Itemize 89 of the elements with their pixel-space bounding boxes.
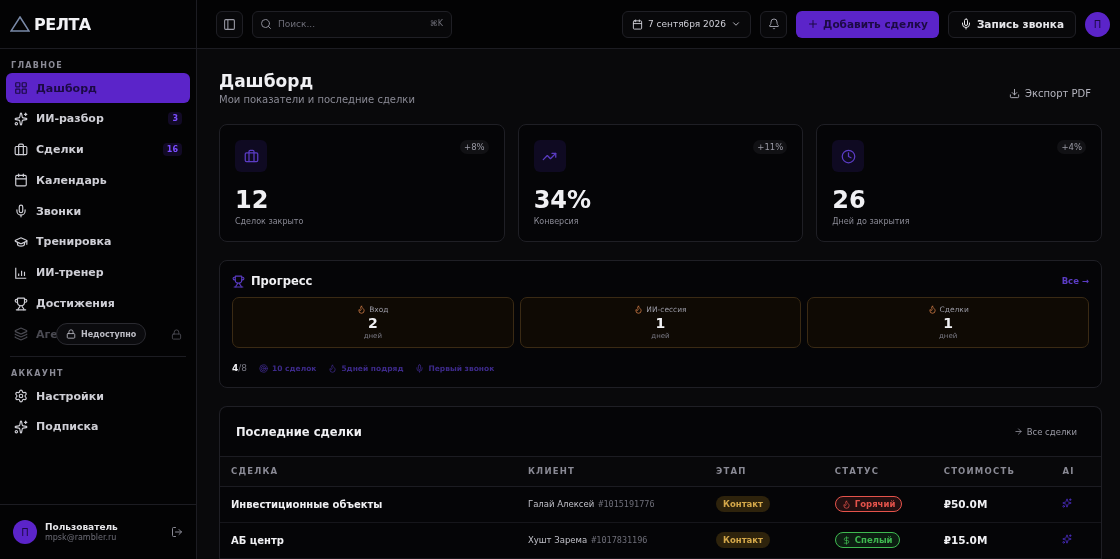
export-button[interactable]: Экспорт PDF (998, 88, 1102, 105)
page-title: Дашборд (219, 71, 315, 91)
price: ₽50.0M (943, 498, 988, 510)
section-title: ГЛАВНОЕ (10, 60, 65, 72)
sidebar-item[interactable]: Достижения (6, 288, 190, 319)
sidebar-item[interactable]: Звонки (6, 196, 190, 227)
stat-label: Конверсия (533, 217, 580, 226)
sidebar-item[interactable]: ИИ-тренер (6, 257, 190, 288)
sparkles-icon (14, 111, 28, 126)
achievement-count: 4/8 (232, 363, 248, 373)
logo-text: РЕЛТА (34, 14, 91, 34)
notifications-button[interactable] (760, 10, 788, 38)
sparkles-icon (14, 419, 28, 434)
trophy-icon (14, 296, 28, 311)
sidebar-icon (223, 17, 236, 31)
stat-value: 34% (533, 186, 593, 214)
microphone-icon (959, 18, 972, 30)
count-badge: 16 (162, 143, 182, 157)
layers-icon (14, 327, 28, 342)
sidebar-item[interactable]: Подписка (6, 411, 190, 442)
deal-name: АБ центр (231, 534, 284, 546)
streak-value: 1 (655, 315, 666, 331)
sidebar-item[interactable]: ИИ-разбор 3 (6, 103, 190, 134)
price: ₽15.0M (943, 534, 988, 546)
chevron-down-icon (731, 19, 742, 29)
briefcase-icon (235, 140, 267, 172)
user-email: mpsk@rambler.ru (45, 533, 118, 542)
tooltip: Недоступно (56, 323, 147, 346)
stat-label: Дней до закрытия (832, 217, 911, 226)
chart-icon (14, 265, 28, 280)
status-tag: Горячий (834, 496, 903, 512)
trophy-icon (232, 274, 245, 288)
streak-value: 1 (943, 315, 954, 331)
user-name: Пользователь (45, 522, 119, 532)
date-picker[interactable]: 7 сентября 2026 (621, 10, 752, 38)
streak-value: 2 (367, 315, 378, 331)
grid-icon (14, 81, 28, 95)
count-badge: 3 (168, 112, 182, 126)
plus-icon (807, 18, 820, 30)
graduation-cap-icon (14, 235, 28, 249)
client-id: #1017831196 (591, 535, 648, 545)
settings-icon (14, 389, 28, 404)
logout-icon[interactable] (171, 526, 183, 538)
flame-icon (357, 305, 367, 314)
briefcase-icon (14, 142, 28, 157)
target-icon (259, 363, 269, 373)
microphone-icon (14, 204, 28, 219)
sidebar-item[interactable]: Сделки 16 (6, 134, 190, 165)
dollar-icon (841, 535, 851, 545)
shortcut-hint: ⌘K (429, 18, 443, 28)
flame-icon (841, 499, 851, 509)
calendar-icon (14, 173, 28, 188)
change-label: +8% (460, 140, 489, 154)
stat-value: 12 (235, 186, 270, 214)
search-icon (260, 17, 272, 30)
flame-icon (634, 305, 644, 314)
stage-tag: Контакт (716, 532, 771, 548)
lock-icon (171, 328, 182, 340)
status-tag: Спелый (834, 532, 900, 548)
bell-icon (767, 18, 780, 30)
client-name: Хушт Зарема (527, 535, 588, 545)
sidebar-item[interactable]: Настройки (6, 381, 190, 412)
sidebar-item[interactable]: Тренировка (6, 227, 190, 257)
sidebar-toggle-button[interactable] (216, 10, 243, 38)
lock-icon (66, 329, 76, 340)
all-deals-link[interactable]: Все сделки (1013, 426, 1077, 437)
logo-icon (10, 16, 30, 32)
sidebar-item[interactable]: Календарь (6, 165, 190, 196)
change-label: +11% (753, 140, 788, 154)
arrow-right-icon (1013, 427, 1023, 436)
record-call-button[interactable]: Запись звонка (947, 10, 1076, 38)
trend-up-icon (533, 140, 566, 172)
clock-icon (832, 140, 865, 172)
stat-label: Сделок закрыто (235, 217, 305, 226)
change-label: +4% (1057, 140, 1086, 154)
deal-name: Инвестиционные объекты (231, 498, 383, 510)
download-icon (1009, 88, 1020, 99)
card-title: Прогресс (251, 274, 314, 288)
stat-value: 26 (832, 186, 867, 214)
client-name: Галай Алексей (527, 499, 595, 509)
microphone-icon (415, 363, 425, 373)
calendar-icon (631, 18, 643, 30)
stage-tag: Контакт (716, 496, 771, 512)
card-title: Последние сделки (236, 424, 363, 439)
section-title: АККАУНТ (10, 368, 65, 381)
flame-icon (927, 305, 937, 314)
page-subtitle: Мои показатели и последние сделки (219, 94, 416, 105)
flame-icon (328, 363, 338, 373)
client-id: #1015191776 (598, 499, 655, 509)
